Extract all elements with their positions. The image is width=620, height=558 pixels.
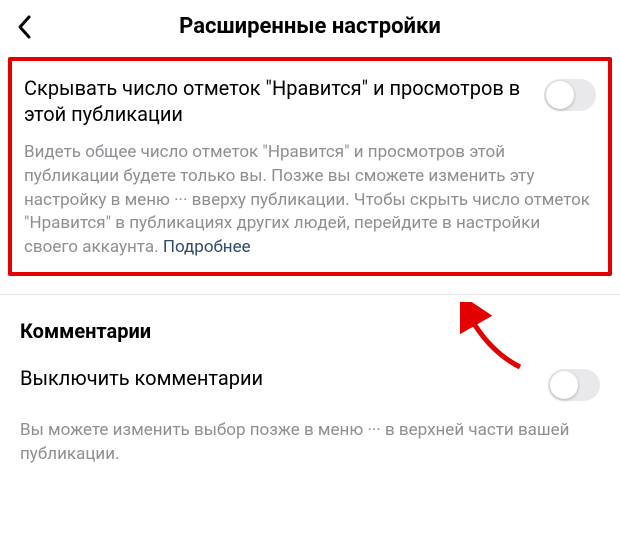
toggle-knob xyxy=(550,371,578,399)
disable-comments-title: Выключить комментарии xyxy=(20,365,534,391)
hide-likes-toggle[interactable] xyxy=(544,79,596,111)
learn-more-link[interactable]: Подробнее xyxy=(163,237,251,257)
disable-comments-description: Вы можете изменить выбор позже в меню ··… xyxy=(0,419,620,467)
disable-comments-toggle[interactable] xyxy=(548,369,600,401)
hide-likes-section: Скрывать число отметок "Нравится" и прос… xyxy=(8,57,612,276)
back-icon[interactable] xyxy=(16,14,34,44)
hide-likes-desc-text: Видеть общее число отметок "Нравится" и … xyxy=(24,142,590,257)
hide-likes-title: Скрывать число отметок "Нравится" и прос… xyxy=(24,75,530,127)
toggle-knob xyxy=(546,81,574,109)
comments-section-title: Комментарии xyxy=(0,295,620,365)
page-title: Расширенные настройки xyxy=(46,14,574,39)
hide-likes-description: Видеть общее число отметок "Нравится" и … xyxy=(24,141,596,260)
